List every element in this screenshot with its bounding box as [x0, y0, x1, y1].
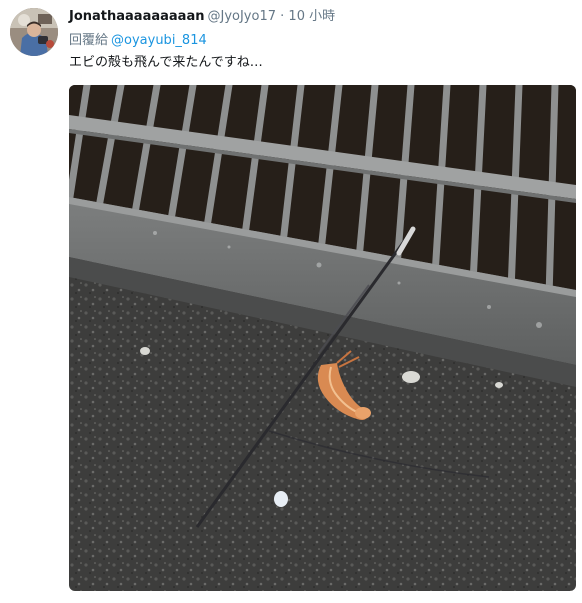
- timestamp[interactable]: 10 小時: [288, 9, 335, 24]
- tweet: Jonathaaaaaaaaan @JyoJyo17 · 10 小時 回覆給 @oy…: [0, 0, 582, 603]
- tweet-text: エビの殻も飛んで来たんですね…: [69, 55, 263, 70]
- reply-prefix: 回覆給: [69, 33, 109, 48]
- reply-context: 回覆給 @oyayubi_814: [69, 33, 207, 49]
- reply-mention-link[interactable]: @oyayubi_814: [111, 33, 207, 48]
- user-handle[interactable]: @JyoJyo17: [207, 9, 276, 24]
- avatar[interactable]: [10, 8, 58, 56]
- separator-dot: ·: [280, 9, 285, 24]
- display-name[interactable]: Jonathaaaaaaaaan: [69, 9, 204, 24]
- tweet-photo[interactable]: [69, 85, 576, 591]
- tweet-header: Jonathaaaaaaaaan @JyoJyo17 · 10 小時: [69, 8, 335, 26]
